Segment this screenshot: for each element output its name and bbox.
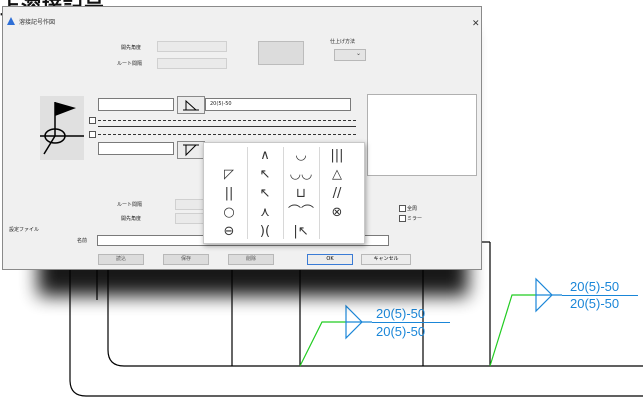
groove-symbol-option[interactable]: ⊔ bbox=[288, 185, 314, 202]
callout-right-top: 20(5)-50 bbox=[570, 279, 620, 294]
mirror-checkbox[interactable] bbox=[399, 215, 406, 222]
delete-button[interactable]: 削除 bbox=[228, 254, 274, 265]
groove-symbol-option[interactable]: ↖ bbox=[252, 185, 278, 202]
upper-angle-label: 開先角度 bbox=[121, 45, 142, 51]
close-icon[interactable]: ✕ bbox=[472, 19, 480, 29]
groove-symbol-option[interactable]: ⊗ bbox=[324, 204, 350, 221]
upper-angle-field[interactable] bbox=[157, 41, 227, 52]
name-label: 名前 bbox=[77, 238, 88, 244]
palette-divider bbox=[283, 147, 284, 239]
lower-prefix-input[interactable] bbox=[98, 142, 174, 155]
groove-bevel-icon bbox=[183, 144, 199, 157]
upper-root-field[interactable] bbox=[157, 58, 227, 69]
lower-groove-symbol-button[interactable] bbox=[177, 141, 205, 159]
groove-symbol-option[interactable]: ∧ bbox=[252, 147, 278, 164]
finish-preview bbox=[258, 41, 304, 65]
lower-root-label: ルート間隔 bbox=[117, 202, 143, 208]
lower-angle-label: 開先角度 bbox=[121, 216, 142, 222]
groove-symbol-option[interactable] bbox=[324, 223, 350, 240]
mirror-label: ミラー bbox=[407, 216, 423, 222]
groove-symbol-option[interactable]: ◡◡ bbox=[288, 166, 314, 183]
lower-side-checkbox[interactable] bbox=[89, 131, 96, 138]
groove-symbol-option[interactable]: )( bbox=[252, 223, 278, 240]
groove-symbol-option[interactable]: △ bbox=[324, 166, 350, 183]
read-button[interactable]: 読込 bbox=[98, 254, 144, 265]
upper-root-label: ルート間隔 bbox=[117, 61, 143, 67]
palette-divider bbox=[319, 147, 320, 239]
save-button[interactable]: 保存 bbox=[163, 254, 209, 265]
chevron-down-icon: ⌄ bbox=[356, 50, 362, 57]
upper-groove-symbol-button[interactable] bbox=[177, 96, 205, 114]
reference-line-dashed-upper bbox=[98, 120, 356, 121]
groove-symbol-option[interactable]: ⌒⌒ bbox=[288, 204, 314, 221]
callout-left-bottom: 20(5)-50 bbox=[376, 324, 426, 339]
app-icon bbox=[7, 17, 15, 25]
weld-flag-preview bbox=[40, 96, 84, 160]
groove-symbol-option[interactable]: ⊖ bbox=[216, 223, 242, 240]
groove-symbol-option[interactable]: || bbox=[216, 185, 242, 202]
groove-symbol-palette: ∧ ◡ ||| ◸ ↖ ◡◡ △ || ↖ ⊔ // ○ ⋏ ⌒⌒ ⊗ ⊖ )( |↖ bbox=[203, 142, 365, 244]
upper-side-checkbox[interactable] bbox=[89, 117, 96, 124]
callout-left-underline bbox=[372, 322, 450, 323]
cancel-button[interactable]: キャンセル bbox=[361, 254, 411, 265]
groove-symbol-option[interactable] bbox=[216, 147, 242, 164]
groove-bevel-icon bbox=[183, 99, 199, 111]
groove-symbol-option[interactable]: ◸ bbox=[216, 166, 242, 183]
leader-line-right bbox=[489, 294, 536, 367]
groove-symbol-option[interactable]: ↖ bbox=[252, 166, 278, 183]
groove-symbol-option[interactable]: |↖ bbox=[288, 223, 314, 240]
full-circle-checkbox[interactable] bbox=[399, 205, 406, 212]
upper-spec-value: 20(5)-50 bbox=[210, 101, 232, 107]
groove-symbol-option[interactable]: ○ bbox=[216, 204, 242, 221]
groove-symbol-option[interactable]: // bbox=[324, 185, 350, 202]
flag-icon bbox=[40, 102, 84, 155]
dialog-title: 溶接記号作図 bbox=[19, 19, 56, 26]
callout-left-top: 20(5)-50 bbox=[376, 306, 426, 321]
reference-line-solid bbox=[98, 126, 356, 127]
finish-method-select[interactable]: ⌄ bbox=[334, 49, 366, 61]
finish-method-label: 仕上げ方法 bbox=[330, 39, 356, 45]
leader-line-left bbox=[299, 321, 346, 367]
ok-button[interactable]: OK bbox=[307, 254, 353, 265]
groove-symbol-option[interactable]: ◡ bbox=[288, 147, 314, 164]
groove-symbol-option[interactable]: ⋏ bbox=[252, 204, 278, 221]
callout-right-bottom: 20(5)-50 bbox=[570, 296, 620, 311]
groove-symbol-option[interactable]: ||| bbox=[324, 147, 350, 164]
preview-pane bbox=[367, 94, 477, 176]
upper-prefix-input[interactable] bbox=[98, 98, 174, 111]
palette-divider bbox=[247, 147, 248, 239]
upper-spec-input[interactable]: 20(5)-50 bbox=[205, 98, 351, 111]
settings-file-label: 設定ファイル bbox=[9, 227, 40, 233]
callout-right-underline bbox=[562, 295, 638, 296]
reference-line-dashed-lower bbox=[98, 134, 356, 135]
full-circle-label: 全周 bbox=[407, 206, 418, 212]
